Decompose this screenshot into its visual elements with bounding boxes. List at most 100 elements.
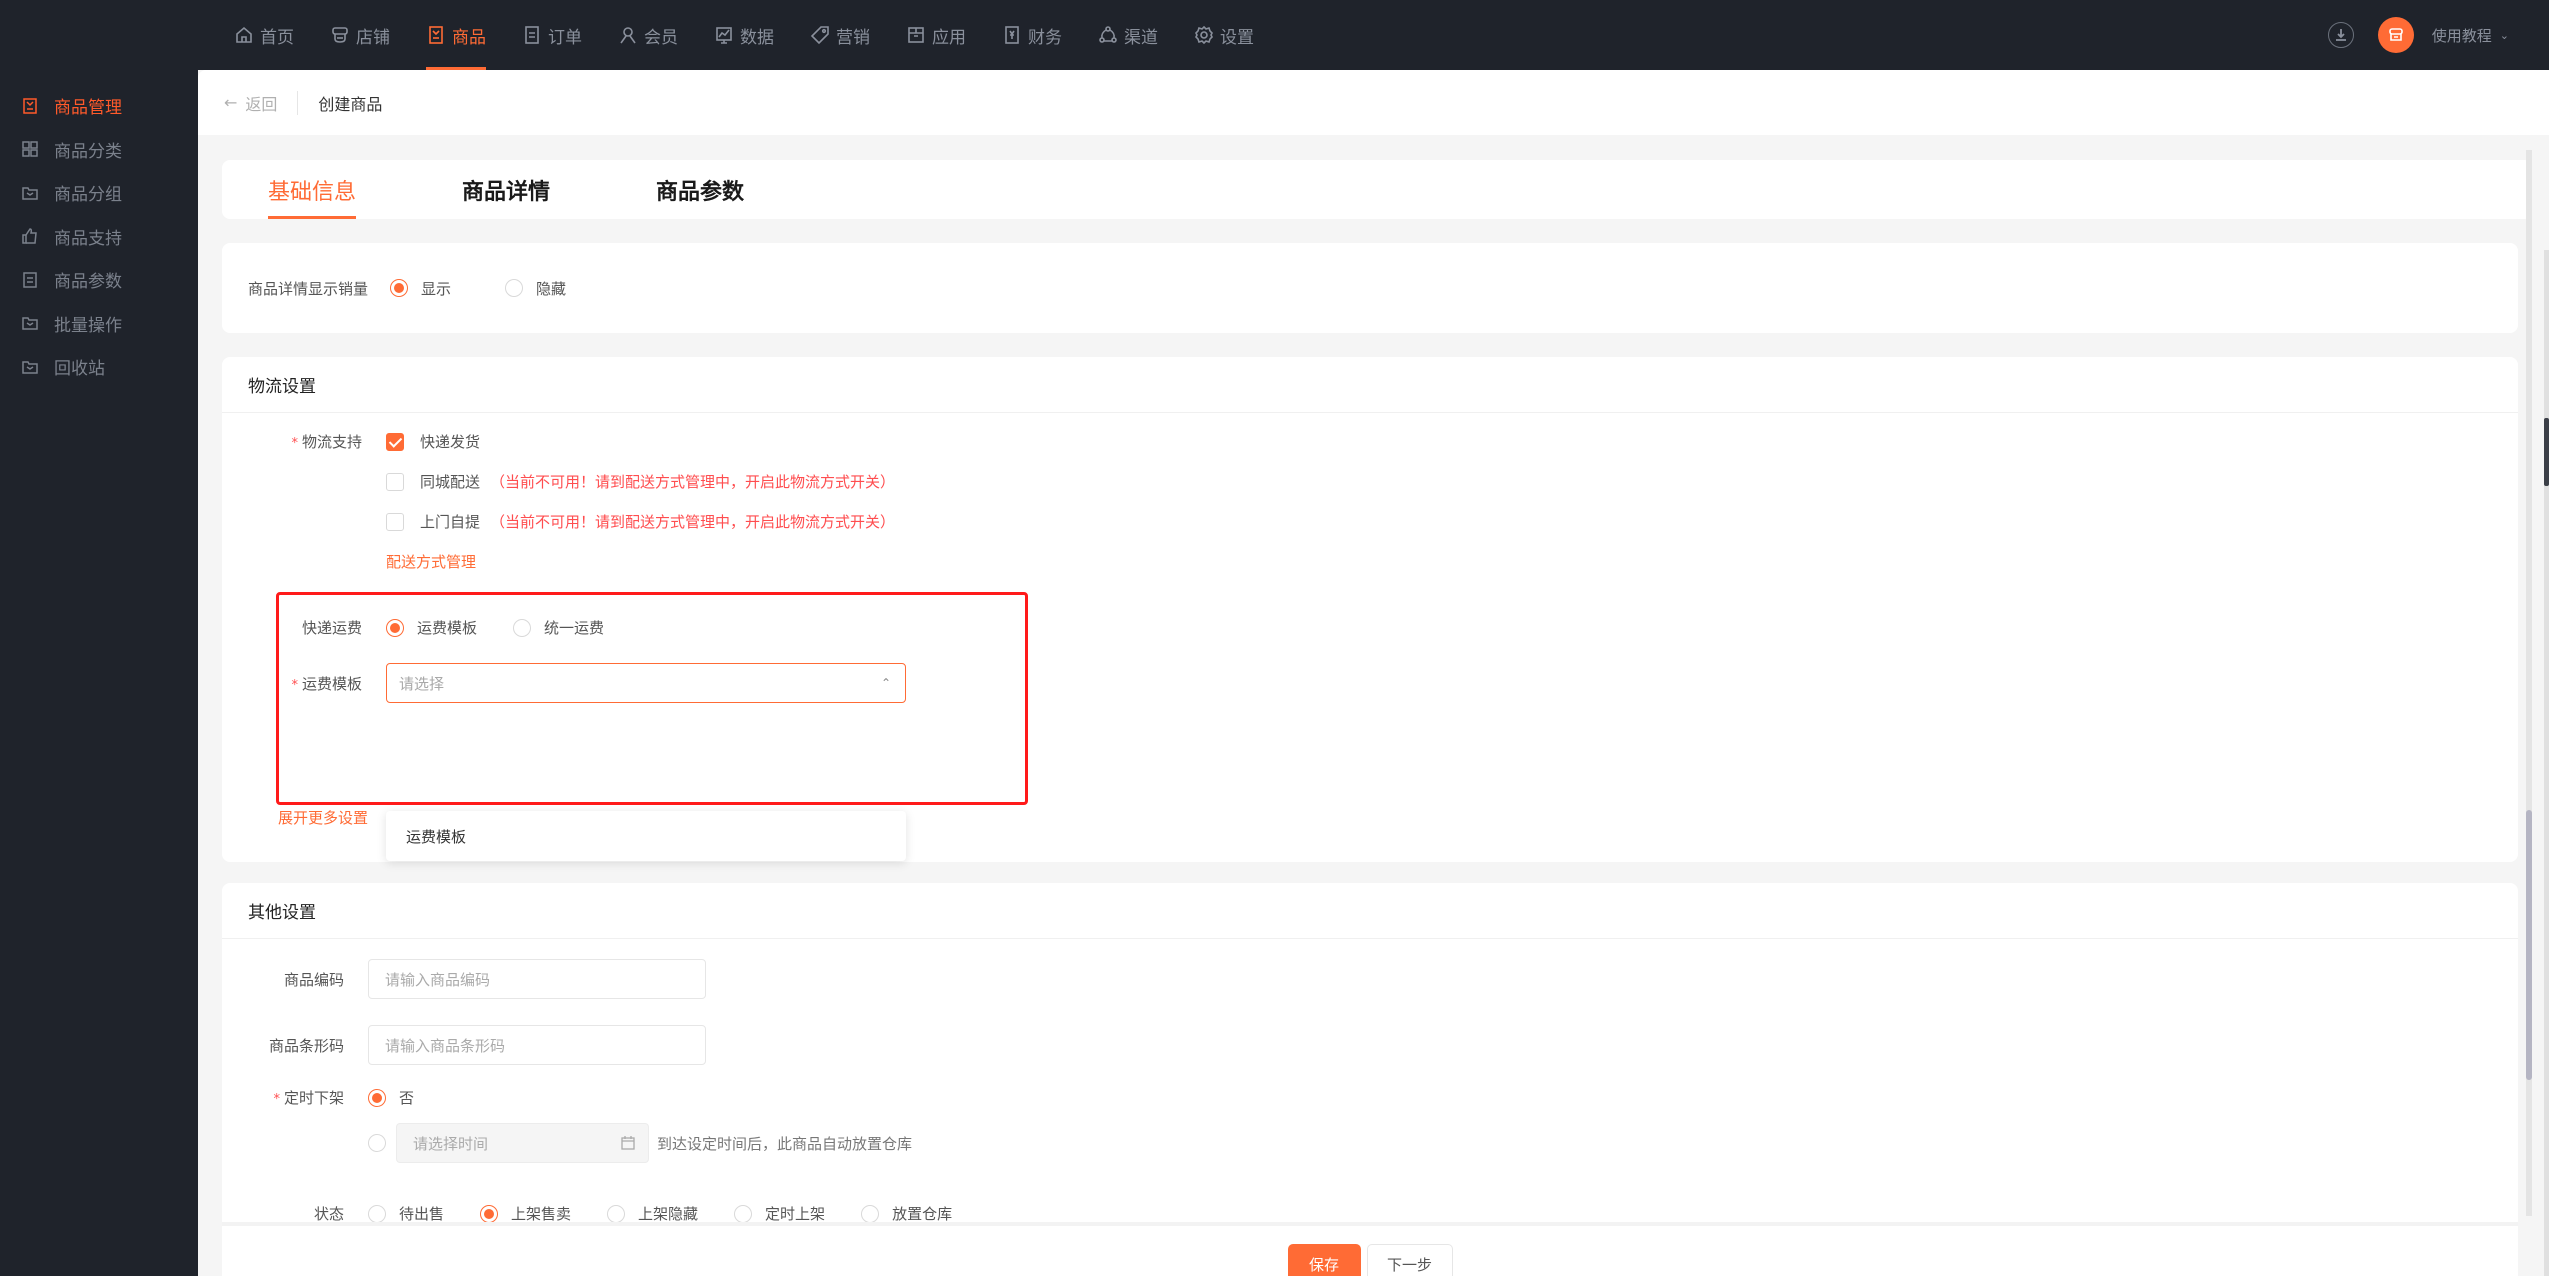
- radio-dot: [734, 1204, 753, 1223]
- sidebar-item-batch-operation[interactable]: 批量操作: [0, 302, 198, 346]
- goods-icon: [426, 24, 446, 46]
- barcode-row: 商品条形码 请输入商品条形码: [222, 1025, 706, 1065]
- sidebar-item-goods-params[interactable]: 商品参数: [0, 258, 198, 302]
- radio-unified-fee[interactable]: 统一运费: [513, 617, 604, 638]
- folder-icon: [22, 359, 38, 375]
- nav-item-members[interactable]: 会员: [618, 0, 678, 70]
- scrollbar-thumb[interactable]: [2544, 418, 2549, 486]
- page-scrollbar[interactable]: [2544, 250, 2549, 1276]
- calendar-icon: [621, 1136, 635, 1150]
- expand-more-settings-link[interactable]: 展开更多设置: [278, 809, 368, 827]
- scrollbar-thumb[interactable]: [2526, 810, 2532, 1080]
- express-fee-row: 快递运费 运费模板 统一运费: [222, 617, 640, 638]
- nav-label: 财务: [1028, 27, 1062, 48]
- select-placeholder: 请选择: [399, 674, 445, 693]
- footer-action-bar: 保存 下一步: [222, 1222, 2518, 1276]
- nav-label: 店铺: [356, 27, 390, 48]
- radio-offshelf-no[interactable]: 否: [368, 1087, 414, 1108]
- back-button[interactable]: ← 返回: [224, 91, 277, 115]
- radio-label: 统一运费: [544, 619, 605, 637]
- sidebar-item-goods-support[interactable]: 商品支持: [0, 215, 198, 259]
- tag-icon: [810, 24, 830, 46]
- checkbox-box: [386, 472, 404, 491]
- radio-fee-template[interactable]: 运费模板: [386, 617, 477, 638]
- store-avatar[interactable]: [2377, 17, 2414, 53]
- sidebar: 商品管理 商品分类 商品分组 商品支持 商品参数 批量操作 回收站: [0, 70, 198, 1276]
- field-label: 快递运费: [301, 619, 362, 637]
- nav-item-channels[interactable]: 渠道: [1098, 0, 1158, 70]
- unavailable-warning: （当前不可用！请到配送方式管理中，开启此物流方式开关）: [490, 473, 896, 491]
- expand-more-row: 展开更多设置: [278, 807, 368, 828]
- thumb-up-icon: [22, 228, 38, 244]
- nav-label: 商品: [452, 27, 486, 48]
- home-icon: [234, 24, 254, 46]
- content-scrollbar[interactable]: [2526, 150, 2532, 1216]
- folder-icon: [22, 185, 38, 201]
- nav-item-orders[interactable]: 订单: [522, 0, 582, 70]
- store-icon: [2388, 28, 2403, 41]
- field-label-text: 运费模板: [301, 674, 362, 693]
- nav-item-store[interactable]: 店铺: [330, 0, 390, 70]
- field-label-text: 物流支持: [301, 433, 362, 451]
- tutorial-label: 使用教程: [2431, 26, 2492, 45]
- checkbox-pickup[interactable]: 上门自提: [386, 511, 480, 532]
- radio-status-on-sale[interactable]: 上架售卖: [480, 1203, 571, 1224]
- nav-item-marketing[interactable]: 营销: [810, 0, 870, 70]
- tab-basic-info[interactable]: 基础信息: [268, 160, 357, 219]
- radio-dot: [505, 279, 524, 297]
- sidebar-item-label: 商品支持: [54, 228, 122, 249]
- nav-item-goods[interactable]: 商品: [426, 0, 486, 70]
- nav-item-home[interactable]: 首页: [234, 0, 294, 70]
- radio-status-scheduled[interactable]: 定时上架: [734, 1203, 825, 1224]
- field-label: 商品条形码: [268, 1036, 344, 1055]
- sidebar-item-goods-category[interactable]: 商品分类: [0, 128, 198, 172]
- chevron-up-icon: ⌃: [880, 676, 891, 690]
- status-row: 状态 待出售 上架售卖 上架隐藏 定时上架 放置仓库: [222, 1203, 988, 1224]
- tutorial-dropdown[interactable]: 使用教程 ⌄: [2432, 25, 2509, 46]
- nav-label: 会员: [644, 27, 678, 48]
- next-step-button[interactable]: 下一步: [1366, 1244, 1453, 1276]
- nav-item-settings[interactable]: 设置: [1194, 0, 1254, 70]
- checkbox-local-delivery[interactable]: 同城配送: [386, 471, 480, 492]
- radio-dot: [480, 1204, 499, 1223]
- checkbox-express[interactable]: 快递发货: [386, 431, 480, 452]
- barcode-input[interactable]: 请输入商品条形码: [368, 1025, 706, 1065]
- dropdown-option-fee-template[interactable]: 运费模板: [386, 811, 906, 861]
- radio-status-hidden[interactable]: 上架隐藏: [607, 1203, 698, 1224]
- nav-item-data[interactable]: 数据: [714, 0, 774, 70]
- radio-dot: [368, 1204, 386, 1223]
- tab-goods-params[interactable]: 商品参数: [656, 160, 744, 219]
- nav-label: 首页: [260, 27, 294, 48]
- divider: [297, 90, 299, 115]
- chart-icon: [714, 24, 734, 46]
- radio-hide[interactable]: 隐藏: [505, 278, 566, 299]
- nav-item-finance[interactable]: 财务: [1002, 0, 1062, 70]
- radio-show[interactable]: 显示: [390, 278, 451, 299]
- download-icon: [2335, 29, 2346, 41]
- offshelf-row: * 定时下架 否: [222, 1087, 450, 1108]
- radio-label: 上架售卖: [511, 1205, 572, 1223]
- radio-status-pending[interactable]: 待出售: [368, 1203, 444, 1224]
- section-title: 其他设置: [222, 883, 2518, 939]
- sidebar-item-goods-group[interactable]: 商品分组: [0, 171, 198, 215]
- tab-bar: 基础信息 商品详情 商品参数: [222, 160, 2532, 219]
- sidebar-item-goods-management[interactable]: 商品管理: [0, 84, 198, 128]
- store-icon: [330, 24, 350, 46]
- nav-item-apps[interactable]: 应用: [906, 0, 966, 70]
- sidebar-item-recycle-bin[interactable]: 回收站: [0, 345, 198, 389]
- save-button[interactable]: 保存: [1287, 1244, 1361, 1276]
- radio-status-warehouse[interactable]: 放置仓库: [861, 1203, 952, 1224]
- offshelf-time-picker[interactable]: 请选择时间: [396, 1123, 649, 1163]
- box-icon: [906, 24, 926, 46]
- download-button[interactable]: [2327, 22, 2354, 48]
- breadcrumb: ← 返回 创建商品: [198, 70, 2549, 135]
- tab-goods-detail[interactable]: 商品详情: [462, 160, 550, 219]
- radio-offshelf-time[interactable]: [368, 1134, 386, 1152]
- goods-code-input[interactable]: 请输入商品编码: [368, 959, 706, 999]
- checkbox-label: 快递发货: [420, 433, 481, 451]
- logistics-option-row: 上门自提 （当前不可用！请到配送方式管理中，开启此物流方式开关）: [386, 511, 895, 532]
- field-label: * 物流支持: [222, 431, 386, 452]
- fee-template-select[interactable]: 请选择 ⌃: [386, 663, 906, 703]
- delivery-method-management-link[interactable]: 配送方式管理: [386, 551, 476, 572]
- required-mark: *: [291, 677, 298, 693]
